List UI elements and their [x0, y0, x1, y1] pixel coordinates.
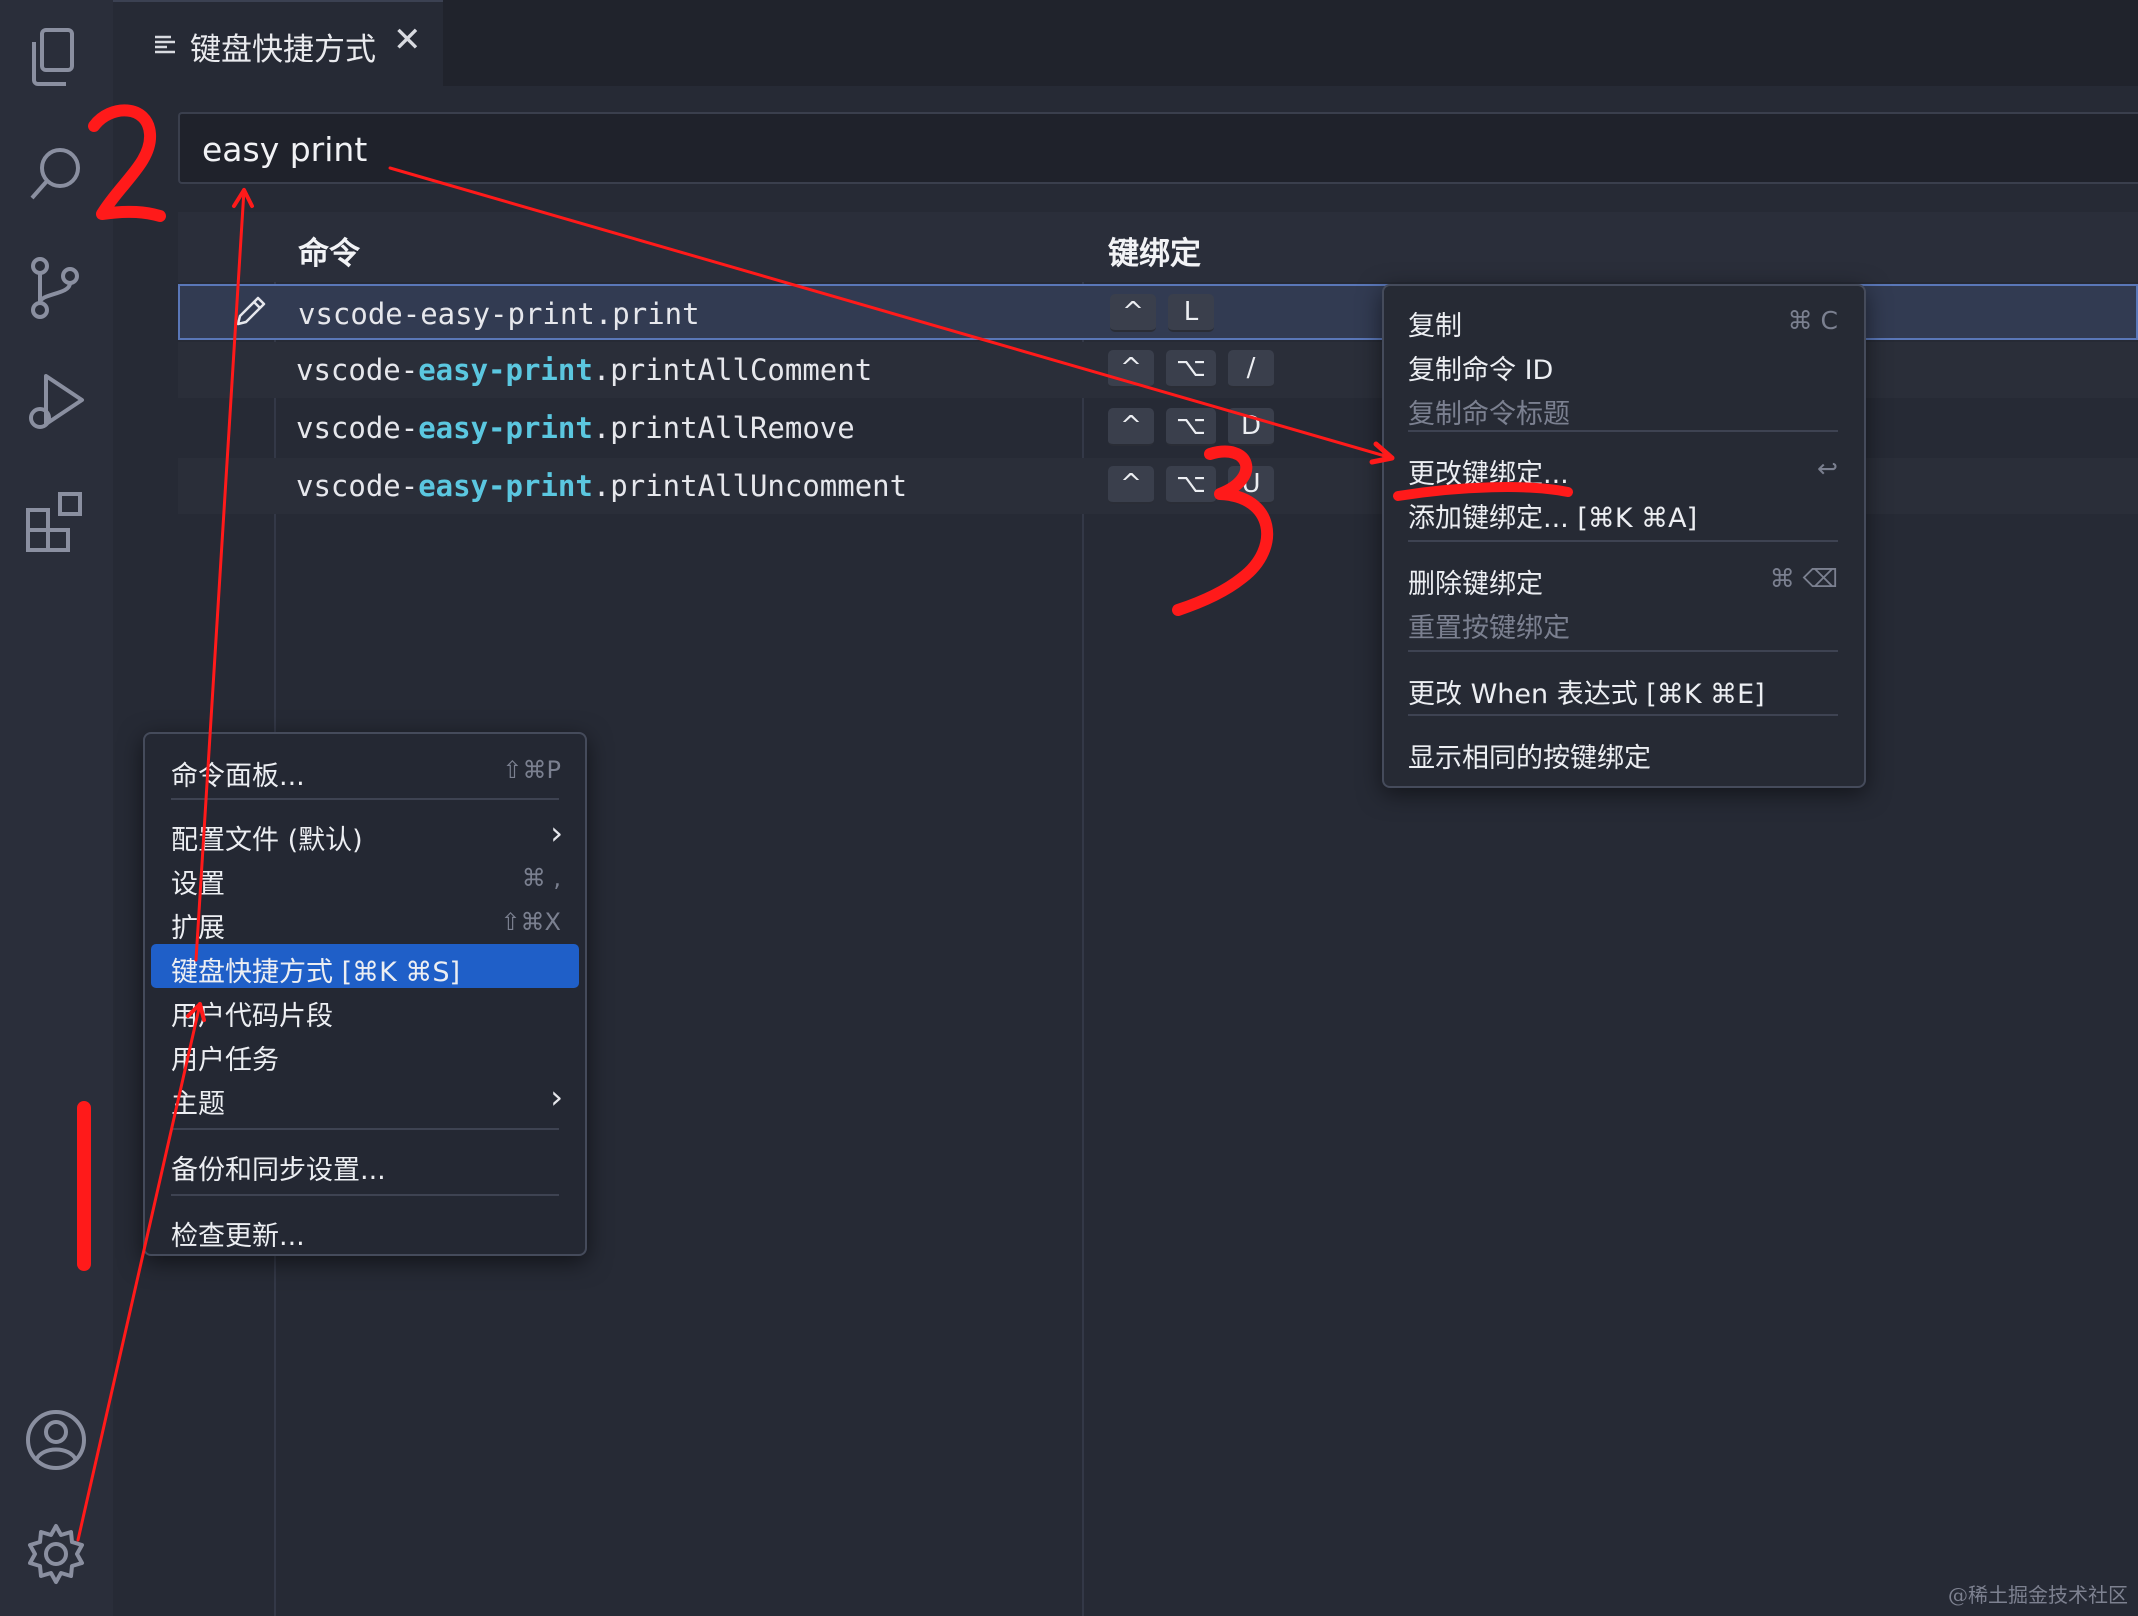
- close-icon[interactable]: ✕: [393, 20, 422, 60]
- context-menu-item[interactable]: 复制命令 ID: [1408, 344, 1838, 386]
- run-debug-icon[interactable]: [20, 366, 92, 438]
- command-id: vscode-easy-print.print: [298, 297, 700, 331]
- manage-menu-shortcut: ⇧⌘P: [502, 756, 561, 784]
- key-cap: ^: [1108, 350, 1154, 388]
- context-menu-label: 复制: [1408, 311, 1462, 342]
- key-cap: ^: [1108, 466, 1154, 504]
- manage-menu-item[interactable]: 配置文件 (默认) ›: [151, 812, 579, 856]
- header-keybinding[interactable]: 键绑定: [1108, 228, 1201, 273]
- manage-menu-item[interactable]: 用户代码片段: [151, 988, 579, 1032]
- key-cap: L: [1168, 294, 1214, 332]
- manage-menu: 命令面板... ⇧⌘P 配置文件 (默认) › 设置 ⌘ , 扩展 ⇧⌘X 键盘快捷方式 [⌘K…: [143, 732, 587, 1256]
- manage-menu-shortcut: ⇧⌘X: [500, 908, 561, 936]
- manage-menu-item[interactable]: 用户任务: [151, 1032, 579, 1076]
- context-menu-label: 更改键绑定...: [1408, 459, 1569, 490]
- menu-separator: [171, 798, 559, 800]
- header-command[interactable]: 命令: [298, 228, 360, 273]
- keybinding-keys: ^ ⌥ U: [1108, 466, 1274, 504]
- context-menu-item[interactable]: 更改 When 表达式 [⌘K ⌘E]: [1408, 668, 1838, 710]
- menu-separator: [171, 1194, 559, 1196]
- manage-menu-item[interactable]: 命令面板... ⇧⌘P: [151, 748, 579, 792]
- source-control-icon[interactable]: [20, 252, 92, 324]
- manage-menu-label: 扩展: [171, 913, 225, 944]
- account-icon[interactable]: [20, 1404, 92, 1476]
- key-cap: /: [1227, 350, 1274, 388]
- menu-separator: [1408, 650, 1838, 652]
- context-menu-label: 复制命令标题: [1408, 399, 1570, 430]
- context-menu-item[interactable]: 复制 ⌘ C: [1408, 300, 1838, 342]
- activity-bar: [0, 0, 113, 1616]
- manage-menu-item[interactable]: 备份和同步设置...: [151, 1142, 579, 1186]
- command-id: vscode-easy-print.printAllUncomment: [296, 469, 908, 503]
- table-header: 命令 键绑定: [178, 212, 2138, 282]
- watermark: @稀土掘金技术社区: [1948, 1583, 2128, 1607]
- tab-bar: 键盘快捷方式 ✕: [113, 0, 2138, 86]
- command-id: vscode-easy-print.printAllRemove: [296, 411, 855, 445]
- key-cap: ^: [1110, 294, 1156, 332]
- context-menu-shortcut: ⌘ ⌫: [1769, 564, 1838, 593]
- key-cap: ⌥: [1166, 350, 1216, 388]
- menu-separator: [171, 1128, 559, 1130]
- tab-label: 键盘快捷方式: [190, 32, 376, 68]
- manage-menu-label: 设置: [171, 869, 225, 900]
- context-menu-label: 更改 When 表达式 [⌘K ⌘E]: [1408, 679, 1765, 710]
- keybinding-keys: ^ ⌥ /: [1108, 350, 1274, 388]
- search-box: [178, 112, 2138, 184]
- menu-separator: [1408, 714, 1838, 716]
- context-menu-item[interactable]: 显示相同的按键绑定: [1408, 732, 1838, 774]
- keybinding-keys: ^ ⌥ D: [1108, 408, 1274, 446]
- context-menu-item[interactable]: 添加键绑定... [⌘K ⌘A]: [1408, 492, 1838, 534]
- manage-menu-label: 键盘快捷方式 [⌘K ⌘S]: [171, 957, 461, 988]
- manage-menu-item[interactable]: 键盘快捷方式 [⌘K ⌘S]: [151, 944, 579, 988]
- extensions-icon[interactable]: [20, 484, 92, 556]
- context-menu-item[interactable]: 删除键绑定 ⌘ ⌫: [1408, 558, 1838, 600]
- manage-menu-label: 配置文件 (默认): [171, 825, 363, 856]
- manage-menu-label: 用户代码片段: [171, 1001, 333, 1032]
- context-menu-item[interactable]: 复制命令标题: [1408, 388, 1838, 430]
- manage-menu-label: 主题: [171, 1089, 225, 1120]
- key-cap: U: [1227, 466, 1274, 504]
- key-cap: ^: [1108, 408, 1154, 446]
- key-cap: D: [1227, 408, 1274, 446]
- context-menu: 复制 ⌘ C 复制命令 ID 复制命令标题 更改键绑定... ↩ 添加键绑定... [⌘K …: [1382, 284, 1866, 788]
- list-icon: [153, 32, 177, 60]
- manage-menu-item[interactable]: 设置 ⌘ ,: [151, 856, 579, 900]
- context-menu-item[interactable]: 更改键绑定... ↩: [1408, 448, 1838, 490]
- manage-menu-item[interactable]: 主题 ›: [151, 1076, 579, 1120]
- key-cap: ⌥: [1166, 466, 1216, 504]
- search-input[interactable]: [202, 124, 2002, 174]
- edit-pencil-icon[interactable]: [232, 294, 268, 334]
- menu-separator: [1408, 540, 1838, 542]
- menu-separator: [1408, 430, 1838, 432]
- context-menu-label: 添加键绑定... [⌘K ⌘A]: [1408, 503, 1698, 534]
- chevron-right-icon: ›: [550, 814, 563, 852]
- context-menu-label: 显示相同的按键绑定: [1408, 743, 1651, 774]
- manage-menu-item[interactable]: 检查更新...: [151, 1208, 579, 1252]
- key-cap: ⌥: [1166, 408, 1216, 446]
- command-id: vscode-easy-print.printAllComment: [296, 353, 873, 387]
- explorer-icon[interactable]: [20, 22, 92, 94]
- manage-menu-label: 检查更新...: [171, 1221, 305, 1252]
- context-menu-label: 删除键绑定: [1408, 569, 1543, 600]
- manage-menu-label: 备份和同步设置...: [171, 1155, 386, 1186]
- context-menu-shortcut: ↩: [1817, 454, 1838, 483]
- manage-menu-shortcut: ⌘ ,: [521, 864, 561, 892]
- manage-menu-label: 命令面板...: [171, 761, 305, 792]
- context-menu-label: 复制命令 ID: [1408, 355, 1554, 386]
- keybinding-keys: ^ L: [1110, 294, 1214, 332]
- context-menu-item[interactable]: 重置按键绑定: [1408, 602, 1838, 644]
- context-menu-label: 重置按键绑定: [1408, 613, 1570, 644]
- manage-menu-label: 用户任务: [171, 1045, 279, 1076]
- search-icon[interactable]: [20, 136, 92, 208]
- manage-menu-item[interactable]: 扩展 ⇧⌘X: [151, 900, 579, 944]
- chevron-right-icon: ›: [550, 1078, 563, 1116]
- tab-keyboard-shortcuts[interactable]: 键盘快捷方式 ✕: [113, 0, 443, 86]
- manage-gear-icon[interactable]: [20, 1518, 92, 1590]
- context-menu-shortcut: ⌘ C: [1787, 306, 1838, 335]
